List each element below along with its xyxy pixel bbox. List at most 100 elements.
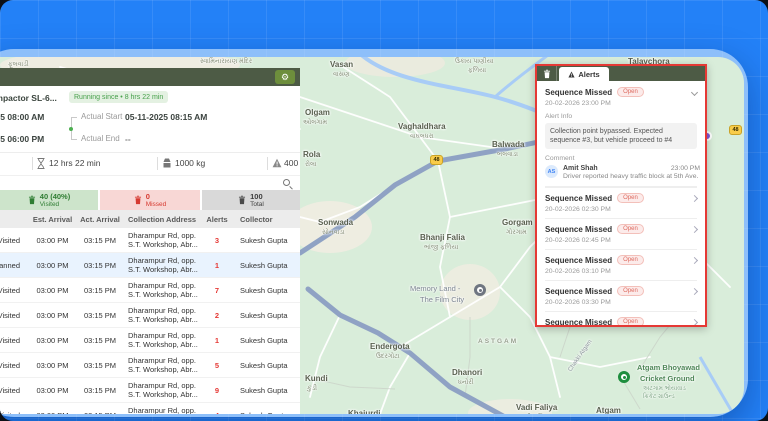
chevron-right-icon[interactable] <box>691 194 698 201</box>
alerts-panel: Alerts Sequence Missed Open 20-02-2026 2… <box>535 64 707 327</box>
stats-row: 12 hrs 22 min 1000 kg 400 <box>0 153 300 175</box>
comment-author: Amit Shah <box>563 165 598 172</box>
row-est-arrival: 03:00 PM <box>25 361 80 370</box>
vehicle-detail-panel: ⚙ Waste Compactor SL-6... Running since … <box>0 68 300 414</box>
table-row[interactable]: Visited 03:00 PM 03:15 PM Dharampur Rd, … <box>0 328 300 353</box>
trash-tab-button[interactable] <box>537 66 557 81</box>
table-row[interactable]: Visited 03:00 PM 03:15 PM Dharampur Rd, … <box>0 378 300 403</box>
table-row[interactable]: Visited 03:00 PM 03:15 PM Dharampur Rd, … <box>0 353 300 378</box>
row-address-line2: S.T. Workshop, Abr... <box>128 291 198 300</box>
trash-icon <box>134 195 142 205</box>
tab-alerts[interactable]: Alerts <box>559 67 609 81</box>
divider <box>157 157 158 170</box>
row-act-arrival: 03:15 PM <box>80 286 120 295</box>
map-label-gu: ધનોરી <box>458 379 474 387</box>
row-status: Visited <box>0 236 20 245</box>
film-city-poi-icon[interactable] <box>474 284 486 296</box>
row-act-arrival: 03:15 PM <box>80 261 120 270</box>
tab-missed[interactable]: 0 Missed <box>100 190 200 210</box>
table-row[interactable]: Visited 03:00 PM 03:15 PM Dharampur Rd, … <box>0 278 300 303</box>
load-weight-icon <box>162 158 172 168</box>
row-collector: Sukesh Gupta <box>240 336 298 345</box>
chevron-right-icon[interactable] <box>691 318 698 325</box>
map-label-gu: ઉદરગોટા <box>376 353 400 361</box>
row-alert-count: 2 <box>202 311 232 320</box>
load-value: 1000 kg <box>175 158 205 168</box>
map-label-gu: કુંડી <box>307 385 317 393</box>
row-status: Visited <box>0 361 20 370</box>
row-collector: Sukesh Gupta <box>240 361 298 370</box>
search-row <box>0 175 300 190</box>
table-row[interactable]: Visited 03:00 PM 03:15 PM Dharampur Rd, … <box>0 403 300 414</box>
table-row[interactable]: Planned 03:00 PM 03:15 PM Dharampur Rd, … <box>0 253 300 278</box>
alert-title: Sequence Missed <box>545 194 612 203</box>
map-label-town: Balwada <box>492 140 524 149</box>
alert-list-item[interactable]: Sequence Missed Open 20-02-2026 03:50 PM <box>545 311 697 327</box>
alert-list-item[interactable]: Sequence Missed Open 20-02-2026 02:30 PM <box>545 187 697 218</box>
table-row[interactable]: Visited 03:00 PM 03:15 PM Dharampur Rd, … <box>0 228 300 253</box>
row-status: Visited <box>0 286 20 295</box>
tab-total[interactable]: 100 Total <box>202 190 300 210</box>
gear-icon[interactable]: ⚙ <box>275 70 295 84</box>
row-address: Dharampur Rd, opp.S.T. Workshop, Abr... <box>128 382 203 391</box>
actual-end-label: Actual End <box>81 134 120 143</box>
map-label-gu: ફળિયા <box>468 67 486 75</box>
alert-info-text: Collection point bypassed. Expected sequ… <box>545 123 697 149</box>
map-label-gu: બલવાડા <box>497 151 518 159</box>
row-est-arrival: 03:00 PM <box>25 286 80 295</box>
row-address-line2: S.T. Workshop, Abr... <box>128 266 198 275</box>
table-row[interactable]: Visited 03:00 PM 03:15 PM Dharampur Rd, … <box>0 303 300 328</box>
row-est-arrival: 03:00 PM <box>25 411 80 414</box>
chevron-down-icon[interactable] <box>691 88 698 95</box>
row-act-arrival: 03:15 PM <box>80 336 120 345</box>
row-act-arrival: 03:15 PM <box>80 361 120 370</box>
chevron-right-icon[interactable] <box>691 256 698 263</box>
alert-info-label: Alert Info <box>545 113 697 120</box>
alert-list-item[interactable]: Sequence Missed Open 20-02-2026 02:45 PM <box>545 218 697 249</box>
alert-datetime: 20-02-2026 02:30 PM <box>545 206 697 213</box>
trash-icon <box>238 195 246 205</box>
alerts-warning-icon <box>272 158 282 168</box>
map-label-town: Dhanori <box>452 368 482 377</box>
row-status: Visited <box>0 311 20 320</box>
panel-title-bar: ⚙ <box>0 68 300 86</box>
chevron-right-icon[interactable] <box>691 287 698 294</box>
map-label-park: Atgam Bhoyawad <box>637 363 700 372</box>
screenshot-stage: ફૂલવાડી સ્વામિનારાયણ મંદિર Vasan વાસણ ઉક… <box>0 0 768 421</box>
row-collector: Sukesh Gupta <box>240 236 298 245</box>
row-alert-count: 4 <box>202 411 232 414</box>
total-count: 100 <box>250 192 264 201</box>
missed-label: Missed <box>146 201 167 208</box>
highway-48-shield-partial: 48 <box>729 125 742 135</box>
row-alert-count: 9 <box>202 386 232 395</box>
alert-list-item[interactable]: Sequence Missed Open 20-02-2026 03:30 PM <box>545 280 697 311</box>
row-status: Visited <box>0 386 20 395</box>
row-address: Dharampur Rd, opp.S.T. Workshop, Abr... <box>128 307 203 316</box>
row-est-arrival: 03:00 PM <box>25 261 80 270</box>
map-label-town: Khajurdi <box>348 409 380 414</box>
search-icon[interactable] <box>283 179 290 186</box>
map-label-town: Vadi Faliya <box>516 403 557 412</box>
chevron-right-icon[interactable] <box>691 225 698 232</box>
duration-hourglass-icon <box>37 158 45 169</box>
cricket-ground-poi-icon[interactable] <box>618 371 630 383</box>
alert-list-item[interactable]: Sequence Missed Open 20-02-2026 03:10 PM <box>545 249 697 280</box>
row-address: Dharampur Rd, opp.S.T. Workshop, Abr... <box>128 282 203 291</box>
tab-visited[interactable]: 40 (40%) Visited <box>0 190 98 210</box>
row-collector: Sukesh Gupta <box>240 386 298 395</box>
map-label-poi: The Film City <box>420 295 464 304</box>
alerts-count-value: 400 <box>284 158 298 168</box>
map-label-gu: ભાંજી ફળિયા <box>424 244 458 252</box>
row-alert-count: 1 <box>202 261 232 270</box>
status-badge: Open <box>617 87 644 97</box>
visited-label: Visited <box>40 201 70 208</box>
alerts-tab-label: Alerts <box>578 70 599 79</box>
actual-start-label: Actual Start <box>81 112 122 121</box>
row-address: Dharampur Rd, opp.S.T. Workshop, Abr... <box>128 257 203 266</box>
status-badge: Open <box>617 286 644 296</box>
alerts-panel-header: Alerts <box>537 66 705 81</box>
expanded-alert-header[interactable]: Sequence Missed Open <box>545 87 697 97</box>
status-badge: Open <box>617 317 644 327</box>
row-collector: Sukesh Gupta <box>240 286 298 295</box>
row-status: Visited <box>0 336 20 345</box>
